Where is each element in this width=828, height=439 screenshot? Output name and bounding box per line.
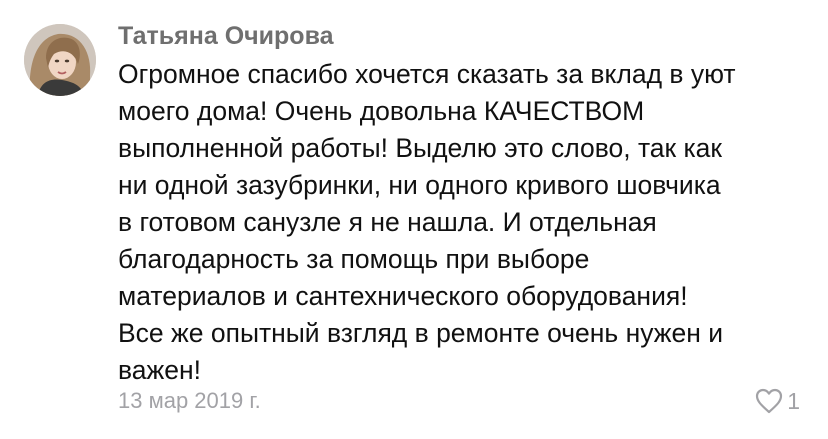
- heart-outline-icon: [756, 388, 783, 414]
- comment-date: 13 мар 2019 г.: [118, 388, 261, 413]
- comment-line: важен!: [118, 355, 201, 385]
- avatar[interactable]: [24, 24, 96, 96]
- like-count: 1: [787, 388, 800, 414]
- comment-line: Все же опытный взгляд в ремонте очень ну…: [118, 318, 724, 348]
- author-name[interactable]: Татьяна Очирова: [118, 20, 334, 52]
- comment-line: в готовом санузле я не нашла. И отдельна…: [118, 207, 657, 237]
- comment-line: ни одной зазубринки, ни одного кривого ш…: [118, 170, 721, 200]
- comment-line: благодарность за помощь при выборе: [118, 244, 590, 274]
- comment-line: моего дома! Очень довольна КАЧЕСТВОМ: [118, 96, 645, 126]
- like-button[interactable]: 1: [755, 386, 800, 416]
- comment-line: Огромное спасибо хочется сказать за вкла…: [118, 59, 736, 89]
- comment-text: Огромное спасибо хочется сказать за вкла…: [118, 56, 808, 389]
- comment-line: выполненной работы! Выделю это слово, та…: [118, 133, 723, 163]
- avatar-photo: [24, 24, 96, 96]
- comment-line: материалов и сантехнического оборудовани…: [118, 281, 688, 311]
